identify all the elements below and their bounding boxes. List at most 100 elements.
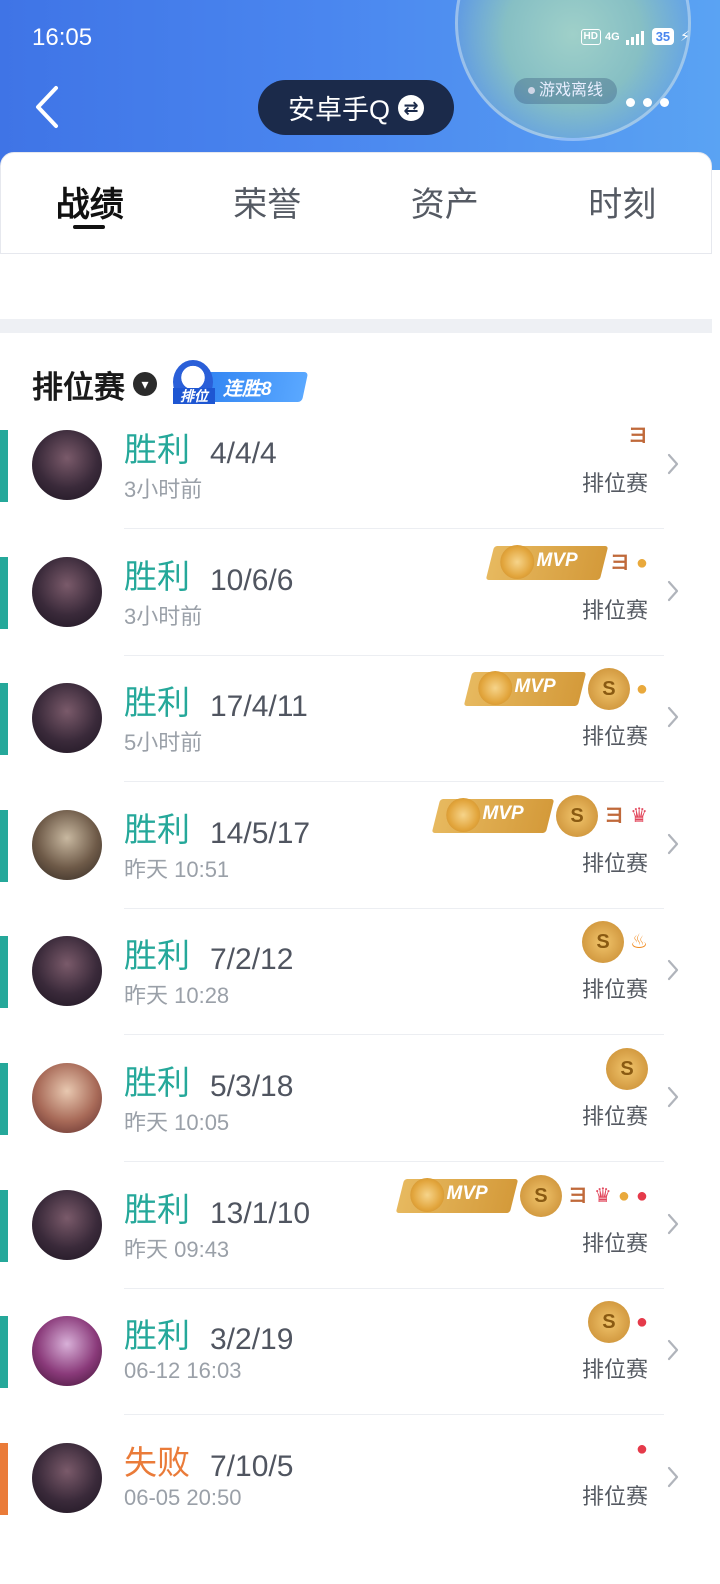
charging-icon: ⚡ [680,28,690,44]
match-row[interactable]: 胜利 10/6/6 3小时前 MVP ヨ ● 排位赛 [0,544,712,683]
match-kda: 5/3/18 [210,1070,294,1103]
swap-icon: ⇄ [398,94,424,121]
game-status-text: 游戏离线 [539,82,604,99]
s-medal-icon: S [556,794,599,837]
blood-drop-icon: ● [635,1311,648,1334]
hero-avatar [32,683,102,754]
status-time: 16:05 [32,24,93,51]
battery-icon: 35 [651,28,675,45]
match-result: 胜利 [124,937,190,975]
dropdown-icon: ▾ [133,372,157,396]
mode-filter[interactable]: 排位赛 ▾ 排位 连胜8 [32,360,313,408]
tab-moments[interactable]: 时刻 [534,153,712,253]
hero-avatar [32,1316,102,1387]
account-switcher[interactable]: 安卓手Q ⇄ [258,80,454,135]
hero-avatar [32,809,102,880]
account-title: 安卓手Q [287,95,390,125]
match-time: 06-05 20:50 [124,1484,242,1510]
row-divider [124,907,664,909]
match-kda: 7/2/12 [210,943,294,977]
hd-icon: HD [580,28,601,45]
match-time: 3小时前 [124,477,203,502]
tab-honor[interactable]: 荣誉 [179,153,357,253]
triple-kill-icon: ヨ [628,425,648,447]
match-badges: S ♨ [582,921,648,964]
row-divider [124,1161,664,1162]
match-result: 胜利 [124,684,190,722]
match-kda: 17/4/11 [210,690,308,724]
match-mode: 排位赛 [581,1104,648,1129]
match-row[interactable]: 胜利 17/4/11 5小时前 MVP S ● 排位赛 [0,668,712,809]
mvp-medal-icon [410,1177,445,1212]
back-button[interactable] [30,84,70,130]
match-row[interactable]: 胜利 4/4/4 3小时前 ヨ 排位赛 [0,425,712,556]
match-time: 昨天 10:05 [124,1110,230,1135]
match-result: 胜利 [124,1190,190,1228]
match-kda: 10/6/6 [210,563,294,597]
triple-kill-icon: ヨ [609,551,630,574]
section-title: 排位赛 [32,369,125,405]
blood-drop-icon: ● [635,1437,648,1460]
result-indicator [0,1442,8,1515]
match-row[interactable]: 胜利 14/5/17 昨天 10:51 MVP S ヨ ♛ 排位赛 [0,794,712,936]
mvp-badge: MVP [463,671,587,707]
hero-avatar [32,1189,102,1260]
match-row[interactable]: 胜利 3/2/19 06-12 16:03 S ● 排位赛 [0,1301,712,1442]
match-badges: MVP S ● [463,668,648,711]
match-mode: 排位赛 [581,1357,648,1383]
match-mode: 排位赛 [581,850,648,876]
match-result: 胜利 [124,1064,190,1101]
win-streak-badge: 排位 连胜8 [173,360,313,408]
triple-kill-icon: ヨ [604,804,625,827]
more-menu-button[interactable] [626,98,669,107]
status-icons: HD 4G 35 ⚡ [580,28,690,45]
s-medal-icon: S [519,1174,562,1217]
match-row[interactable]: 胜利 5/3/18 昨天 10:05 S 排位赛 [0,1048,712,1189]
chevron-right-icon [667,1466,679,1487]
streak-text: 连胜8 [223,379,272,400]
match-mode: 排位赛 [581,724,648,750]
match-badges: S [606,1048,648,1090]
fire-icon: ♨ [630,931,648,954]
hero-avatar [32,936,102,1007]
dot-icon [643,98,652,107]
match-badges: ● [636,1429,648,1469]
match-time: 昨天 09:43 [124,1236,230,1262]
match-row[interactable]: 胜利 13/1/10 昨天 09:43 MVP S ヨ ♛ ● ● 排位赛 [0,1174,712,1316]
chevron-right-icon [667,833,679,854]
match-mode: 排位赛 [581,977,648,1003]
tab-assets[interactable]: 资产 [356,153,534,253]
s-medal-icon: S [587,1301,630,1344]
match-kda: 13/1/10 [210,1196,311,1230]
header-banner: 16:05 HD 4G 35 ⚡ 安卓手Q ⇄ 游戏离线 [0,0,720,170]
match-result: 失败 [124,1443,190,1481]
match-badges: MVP ヨ ● [485,543,648,583]
hero-avatar [32,556,102,627]
result-indicator [0,683,8,756]
chevron-right-icon [667,960,679,981]
match-row[interactable]: 胜利 7/2/12 昨天 10:28 S ♨ 排位赛 [0,921,712,1062]
row-divider [124,781,664,783]
chevron-right-icon [667,580,679,601]
chevron-right-icon [667,1213,679,1234]
mvp-medal-icon [446,797,481,832]
row-divider [124,654,664,656]
match-time: 06-12 16:03 [124,1358,242,1384]
match-mode: 排位赛 [581,471,648,496]
match-kda: 7/10/5 [210,1449,294,1483]
signal-icon [625,29,644,45]
game-status-pill: 游戏离线 [514,78,618,104]
banner-decoration [455,0,691,141]
match-kda: 14/5/17 [210,816,311,850]
tab-record[interactable]: 战绩 [1,153,179,253]
result-indicator [0,1316,8,1389]
match-kda: 4/4/4 [210,437,277,470]
match-row[interactable]: 失败 7/10/5 06-05 20:50 ● 排位赛 [0,1438,712,1569]
mvp-medal-icon [478,671,513,706]
dot-icon [660,98,669,107]
crown-icon: ♛ [593,1184,612,1207]
match-time: 5小时前 [124,730,203,756]
triple-kill-icon: ヨ [567,1184,588,1207]
mvp-medal-icon [500,544,535,579]
streak-mode-label: 排位 [173,388,215,404]
